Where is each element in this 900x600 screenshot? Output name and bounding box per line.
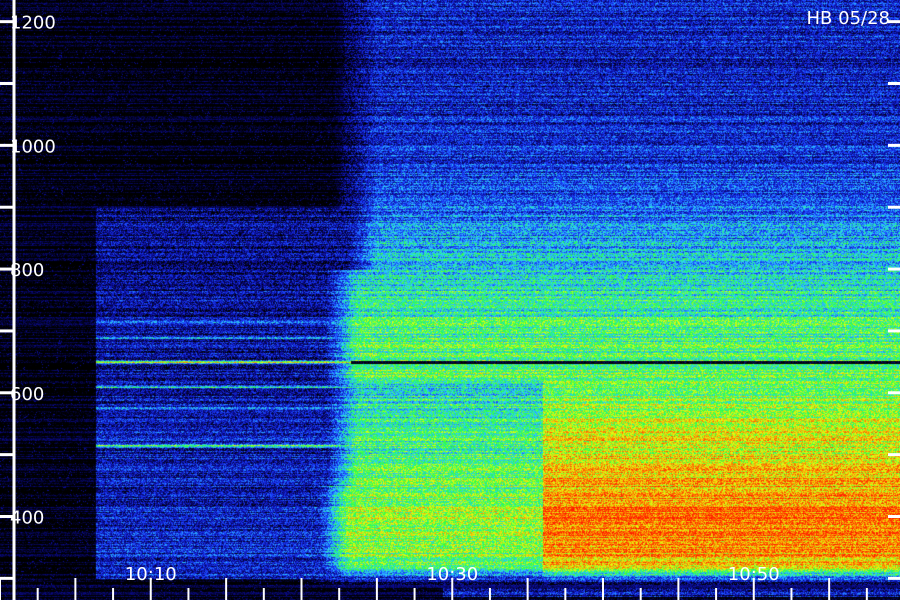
x-tick-label: 10:30 [426, 564, 478, 585]
axes-overlay: 1200 1000 800 600 400 10:10 10:30 10:50 … [0, 0, 900, 600]
x-tick-labels: 10:10 10:30 10:50 [125, 564, 780, 585]
x-tick-label: 10:50 [728, 564, 780, 585]
y-tick-label: 1200 [10, 13, 56, 34]
y-axis-right [888, 20, 900, 580]
y-tick-label: 800 [10, 260, 44, 281]
y-tick-label: 1000 [10, 136, 56, 157]
y-tick-label: 400 [10, 507, 44, 528]
y-tick-labels: 1200 1000 800 600 400 [10, 13, 56, 529]
y-tick-label: 600 [10, 384, 44, 405]
x-tick-label: 10:10 [125, 564, 177, 585]
station-date-label: HB 05/28 [807, 8, 890, 29]
